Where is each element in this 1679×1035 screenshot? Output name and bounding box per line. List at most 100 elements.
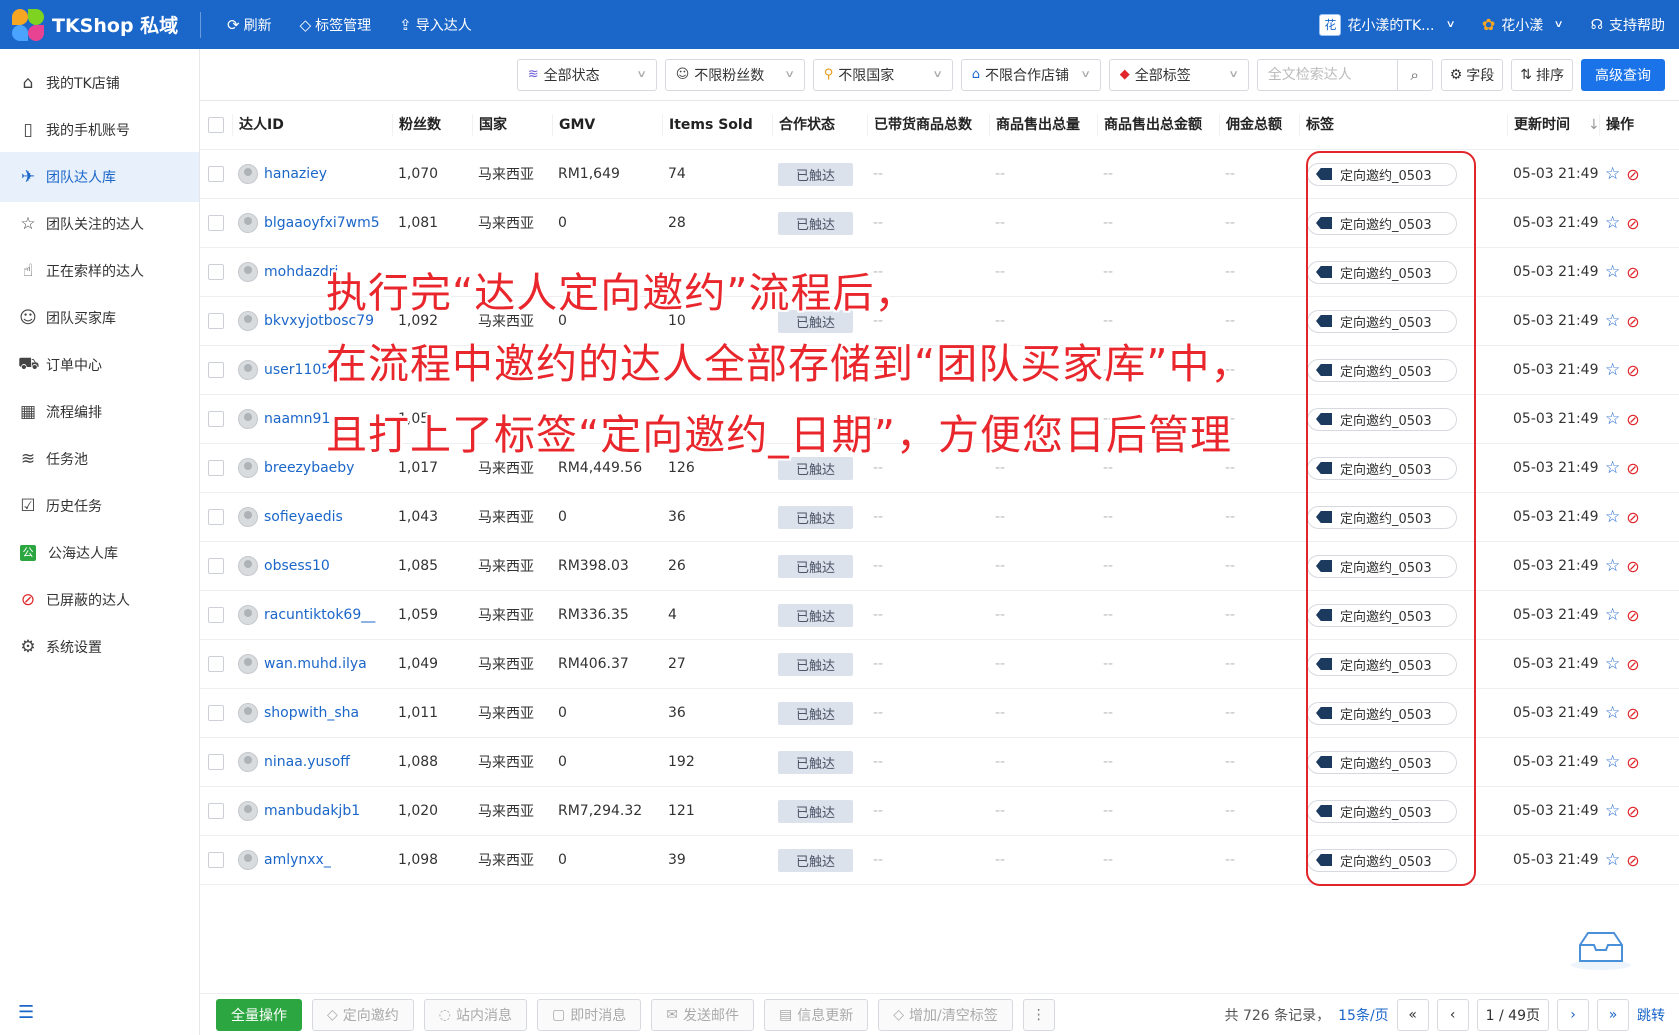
sidebar-item-hand[interactable]: ☝ 正在索样的达人 [0,246,199,296]
sort-button[interactable]: ⇅ 排序 [1511,58,1573,91]
star-icon[interactable]: ☆ [1605,801,1620,821]
block-icon[interactable]: ⊘ [1626,508,1639,527]
sidebar-item-layers[interactable]: ≋ 任务池 [0,434,199,484]
column-header[interactable]: 更新时间 ↓ [1507,114,1599,136]
creator-link[interactable]: blgaaoyfxi7wm5 [238,213,392,233]
tag-badge[interactable]: 定向邀约_0503 [1307,750,1457,774]
footer-action-4[interactable]: ▤ 信息更新 [763,998,869,1031]
user-menu[interactable]: ✿ 花小漾 ∨ [1468,0,1577,49]
creator-link[interactable]: mohdazdri [238,262,392,282]
sidebar-item-calendar[interactable]: ▦ 流程编排 [0,387,199,437]
block-icon[interactable]: ⊘ [1626,753,1639,772]
star-icon[interactable]: ☆ [1605,458,1620,478]
star-icon[interactable]: ☆ [1605,556,1620,576]
row-checkbox[interactable] [208,558,224,574]
help-button[interactable]: ☊ 支持帮助 [1577,0,1665,49]
sidebar-item-settings[interactable]: ⚙ 系统设置 [0,622,199,672]
star-icon[interactable]: ☆ [1605,605,1620,625]
row-checkbox[interactable] [208,166,224,182]
row-checkbox[interactable] [208,607,224,623]
filter-select-4[interactable]: ◆ 全部标签 ∨ [1108,58,1249,91]
advanced-search-button[interactable]: 高级查询 [1581,58,1665,91]
sidebar-item-block[interactable]: ⊘ 已屏蔽的达人 [0,575,199,625]
creator-link[interactable]: shopwith_sha [238,703,392,723]
row-checkbox[interactable] [208,705,224,721]
shop-switcher[interactable]: 花 花小漾的TK... ∨ [1305,0,1467,49]
star-icon[interactable]: ☆ [1605,360,1620,380]
tag-badge[interactable]: 定向邀约_0503 [1307,848,1457,872]
tag-badge[interactable]: 定向邀约_0503 [1307,309,1457,333]
sort-desc-icon[interactable]: ↓ [1588,117,1599,133]
creator-link[interactable]: user11054 [238,360,392,380]
last-page-button[interactable]: » [1597,998,1629,1031]
search-button[interactable]: ⌕ [1396,58,1433,91]
row-checkbox[interactable] [208,656,224,672]
jump-button[interactable]: 跳转 [1637,1005,1665,1025]
sidebar-item-history[interactable]: ☑ 历史任务 [0,481,199,531]
creator-link[interactable]: bkvxyjotbosc79 [238,311,392,331]
toolbar-button-import[interactable]: ⇪ 导入达人 [385,0,486,49]
fields-button[interactable]: ⚙ 字段 [1440,58,1504,91]
filter-select-3[interactable]: ⌂ 不限合作店铺 ∨ [960,58,1101,91]
tag-badge[interactable]: 定向邀约_0503 [1307,358,1457,382]
footer-action-2[interactable]: ▢ 即时消息 [537,998,642,1031]
filter-select-0[interactable]: ≋ 全部状态 ∨ [516,58,657,91]
creator-link[interactable]: wan.muhd.ilya [238,654,392,674]
row-checkbox[interactable] [208,313,224,329]
row-checkbox[interactable] [208,411,224,427]
block-icon[interactable]: ⊘ [1626,312,1639,331]
tag-badge[interactable]: 定向邀约_0503 [1307,505,1457,529]
footer-action-3[interactable]: ✉ 发送邮件 [651,998,754,1031]
app-logo[interactable]: TKShop 私域 [0,0,200,49]
tag-badge[interactable]: 定向邀约_0503 [1307,260,1457,284]
tag-badge[interactable]: 定向邀约_0503 [1307,554,1457,578]
creator-link[interactable]: racuntiktok69__ [238,605,392,625]
row-checkbox[interactable] [208,509,224,525]
select-all-checkbox[interactable] [208,117,224,133]
star-icon[interactable]: ☆ [1605,752,1620,772]
search-input[interactable] [1256,58,1397,91]
sidebar-item-team-creator[interactable]: ✈ 团队达人库 [0,152,199,202]
toolbar-button-refresh[interactable]: ⟳ 刷新 [213,0,286,49]
next-page-button[interactable]: › [1557,998,1589,1031]
first-page-button[interactable]: « [1396,998,1429,1031]
creator-link[interactable]: hanaziey [238,164,392,184]
row-checkbox[interactable] [208,215,224,231]
row-checkbox[interactable] [208,852,224,868]
tag-badge[interactable]: 定向邀约_0503 [1307,799,1457,823]
tag-badge[interactable]: 定向邀约_0503 [1307,211,1457,235]
block-icon[interactable]: ⊘ [1626,214,1639,233]
footer-action-5[interactable]: ◇ 增加/清空标签 [878,998,1013,1031]
bulk-action-button[interactable]: 全量操作 [216,998,302,1031]
block-icon[interactable]: ⊘ [1626,263,1639,282]
block-icon[interactable]: ⊘ [1626,410,1639,429]
sidebar-item-star[interactable]: ☆ 团队关注的达人 [0,199,199,249]
tag-badge[interactable]: 定向邀约_0503 [1307,603,1457,627]
star-icon[interactable]: ☆ [1605,850,1620,870]
sidebar-item-truck[interactable]: ⛟ 订单中心 [0,340,199,390]
block-icon[interactable]: ⊘ [1626,606,1639,625]
creator-link[interactable]: amlynxx_ [238,850,392,870]
star-icon[interactable]: ☆ [1605,507,1620,527]
block-icon[interactable]: ⊘ [1626,704,1639,723]
row-checkbox[interactable] [208,803,224,819]
prev-page-button[interactable]: ‹ [1436,998,1469,1031]
more-actions-button[interactable]: ⋮ [1022,998,1055,1031]
creator-link[interactable]: obsess10 [238,556,392,576]
star-icon[interactable]: ☆ [1605,703,1620,723]
row-checkbox[interactable] [208,362,224,378]
sidebar-item-public[interactable]: 公公海达人库 [0,528,199,578]
sidebar-item-buyer[interactable]: ☺ 团队买家库 [0,293,199,343]
page-indicator[interactable]: 1 / 49页 [1476,998,1549,1031]
tag-badge[interactable]: 定向邀约_0503 [1307,701,1457,725]
footer-action-1[interactable]: ◌ 站内消息 [423,998,527,1031]
filter-select-2[interactable]: ⚲ 不限国家 ∨ [812,58,953,91]
sidebar-item-phone[interactable]: ▯ 我的手机账号 [0,105,199,155]
block-icon[interactable]: ⊘ [1626,557,1639,576]
star-icon[interactable]: ☆ [1605,409,1620,429]
creator-link[interactable]: naamn91 [238,409,392,429]
block-icon[interactable]: ⊘ [1626,165,1639,184]
tag-badge[interactable]: 定向邀约_0503 [1307,162,1457,186]
block-icon[interactable]: ⊘ [1626,361,1639,380]
creator-link[interactable]: sofieyaedis [238,507,392,527]
